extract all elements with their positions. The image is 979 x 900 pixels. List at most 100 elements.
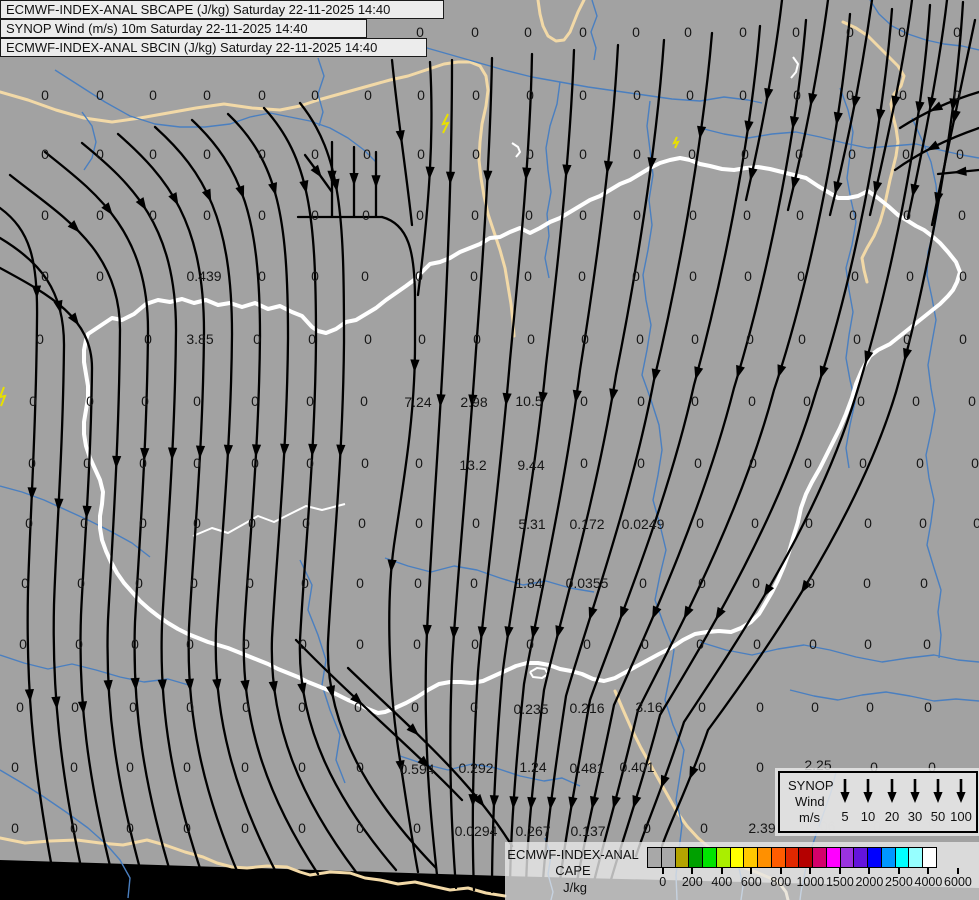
cape-swatch <box>647 847 662 868</box>
cape-tick <box>661 868 664 874</box>
title-sbcin-text: ECMWF-INDEX-ANAL SBCIN (J/kg) Saturday 2… <box>6 40 378 55</box>
cape-tick <box>897 868 900 874</box>
wind-speed-label: 10 <box>860 809 876 824</box>
streamline-arrow-icon <box>336 444 346 458</box>
streamline <box>556 24 762 900</box>
cape-tick <box>927 868 930 874</box>
title-bar-sbcin: ECMWF-INDEX-ANAL SBCIN (J/kg) Saturday 2… <box>0 38 427 57</box>
cape-swatch <box>729 847 745 868</box>
cape-swatch <box>798 847 813 868</box>
streamline-arrow-icon <box>522 167 532 181</box>
streamline-arrow-icon <box>611 795 621 810</box>
cape-tick <box>809 868 812 874</box>
wind-streamlines <box>0 0 979 900</box>
cape-swatch <box>770 847 786 868</box>
cape-tick <box>691 868 694 874</box>
streamline-arrow-icon <box>251 444 262 458</box>
streamline-arrow-icon <box>24 688 34 703</box>
lightning-icon <box>441 113 450 134</box>
weather-map-page: 0000000000000000000000000000000000000000… <box>0 0 979 900</box>
streamline-arrow-icon <box>280 443 290 457</box>
streamline-arrow-icon <box>140 447 150 462</box>
streamline-arrow-icon <box>51 696 61 710</box>
streamline-arrow-icon <box>953 166 967 176</box>
region-border-white <box>790 56 799 79</box>
streamline-arrow-icon <box>800 579 812 594</box>
streamline-arrow-icon <box>422 624 432 638</box>
cape-tick <box>750 868 753 874</box>
lightning-icon <box>0 386 7 407</box>
river <box>699 641 979 663</box>
streamline-arrow-icon <box>736 364 745 379</box>
cape-swatch <box>853 847 868 868</box>
streamline-arrow-icon <box>527 796 537 811</box>
cape-tick <box>779 868 782 874</box>
streamline-arrow-icon <box>715 606 726 621</box>
region-border-white <box>529 667 549 679</box>
streamline-arrow-icon <box>555 625 565 639</box>
cape-tick-label: 600 <box>740 875 762 889</box>
streamline-arrow-icon <box>603 160 614 175</box>
streamline-arrow-icon <box>77 701 88 715</box>
streamline-arrow-icon <box>371 175 381 189</box>
wind-legend-down-arrow-icon <box>933 779 943 803</box>
streamline-arrow-icon <box>477 626 487 640</box>
streamline-arrow-icon <box>926 140 940 151</box>
cape-swatch <box>674 847 690 868</box>
streamline <box>490 48 576 894</box>
title-synop-wind-text: SYNOP Wind (m/s) 10m Saturday 22-11-2025… <box>6 21 308 36</box>
streamline-arrow-icon <box>445 171 456 185</box>
cape-tick-label: 200 <box>681 875 703 889</box>
cape-tick-label: 400 <box>711 875 733 889</box>
streamline-arrow-icon <box>212 678 222 693</box>
streamline-arrow-icon <box>819 365 829 380</box>
streamline-arrow-icon <box>103 679 113 694</box>
streamline-arrow-icon <box>201 188 212 203</box>
cape-swatch <box>743 847 758 868</box>
cape-tick-label: 4000 <box>914 875 943 889</box>
cape-tick-label: 1000 <box>796 875 825 889</box>
cape-swatch <box>867 847 882 868</box>
cape-color-legend: ECMWF-INDEX-ANAL CAPE J/kg 0 200 400 600 800… <box>505 842 979 900</box>
streamline-arrow-icon <box>387 559 397 573</box>
river <box>789 689 979 702</box>
streamline-arrow-icon <box>562 164 572 178</box>
lightning-icon <box>672 136 680 149</box>
weather-map-canvas <box>0 0 979 900</box>
streamline <box>0 206 54 870</box>
streamline-arrow-icon <box>483 170 493 184</box>
streamline-arrow-icon <box>168 192 179 206</box>
cape-tick <box>868 868 871 874</box>
cape-tick <box>956 868 959 874</box>
river <box>299 559 346 784</box>
title-bar-synop-wind: SYNOP Wind (m/s) 10m Saturday 22-11-2025… <box>0 19 367 38</box>
streamline-arrow-icon <box>268 182 278 196</box>
streamline <box>660 0 965 848</box>
streamline-arrow-icon <box>130 677 140 692</box>
wind-speed-label: 30 <box>907 809 923 824</box>
region-border-white <box>192 503 346 537</box>
streamline-arrow-icon <box>223 444 233 458</box>
streamline-arrow-icon <box>632 795 642 809</box>
streamline-arrow-icon <box>449 626 459 640</box>
cape-swatch <box>660 847 676 868</box>
wind-speed-label: 50 <box>930 809 946 824</box>
streamline <box>262 106 398 872</box>
country-border-tan <box>536 0 586 43</box>
cape-swatch <box>894 847 910 868</box>
streamline <box>190 118 320 876</box>
wind-speed-legend: SYNOP Wind m/s 5 10 20 30 50 100 <box>778 771 978 833</box>
cape-swatch <box>702 847 717 868</box>
wind-legend-arrow-icons <box>840 779 966 803</box>
streamline-arrow-icon <box>167 447 178 461</box>
streamline-arrow-icon <box>410 359 420 373</box>
wind-speed-label: 20 <box>884 809 900 824</box>
cape-tick-label: 6000 <box>944 875 972 889</box>
cape-swatch <box>812 847 827 868</box>
cape-tick <box>838 868 841 874</box>
cape-legend-source-label: ECMWF-INDEX-ANAL <box>507 847 639 862</box>
streamline <box>116 132 242 880</box>
cape-tick-label: 2000 <box>855 875 884 889</box>
streamline-arrow-icon <box>308 443 318 457</box>
streamline-arrow-icon <box>619 605 629 620</box>
